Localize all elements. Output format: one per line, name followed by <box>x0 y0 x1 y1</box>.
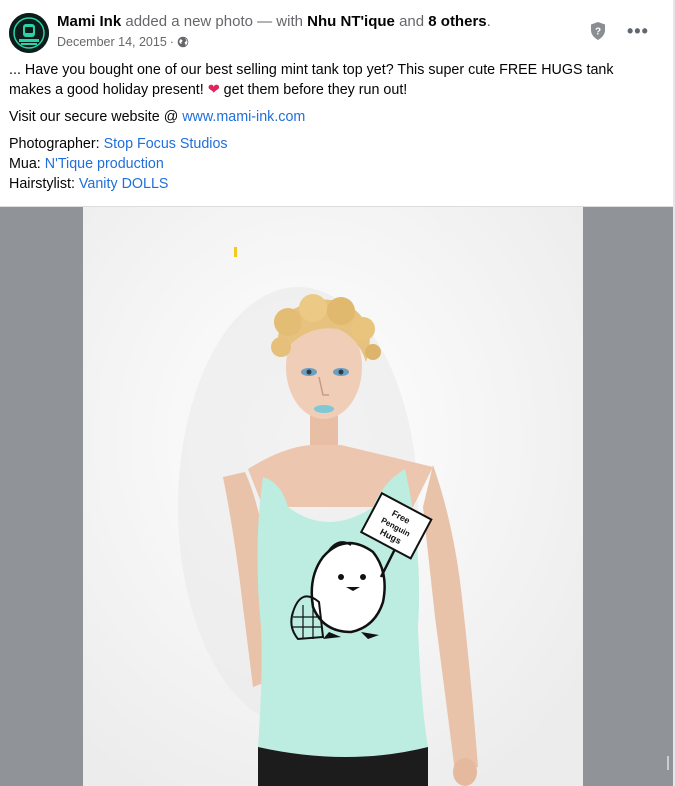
author-name[interactable]: Mami Ink <box>57 13 121 30</box>
post-date[interactable]: December 14, 2015 <box>57 33 167 51</box>
dot-separator: · <box>169 35 174 49</box>
shield-question-icon[interactable]: ? <box>589 21 607 41</box>
scrollbar-thumb[interactable] <box>667 756 669 770</box>
tagged-person[interactable]: Nhu NT'ique <box>307 13 395 30</box>
mua-link[interactable]: N'Tique production <box>45 156 164 172</box>
credit-line: Photographer: Stop Focus Studios <box>9 134 649 154</box>
website-prefix: Visit our secure website @ <box>9 109 179 125</box>
period: . <box>486 13 491 30</box>
red-heart-emoji: ❤ <box>207 82 220 98</box>
globe-icon <box>177 36 189 48</box>
svg-text:?: ? <box>595 27 601 38</box>
more-options-icon[interactable]: ••• <box>627 22 649 40</box>
photographer-link[interactable]: Stop Focus Studios <box>104 136 228 152</box>
credit-line: Mua: N'Tique production <box>9 154 649 174</box>
post-paragraph-1: ... Have you bought one of our best sell… <box>9 60 649 100</box>
website-link[interactable]: www.mami-ink.com <box>182 109 305 125</box>
post-photo[interactable]: Free Penguin Hugs <box>83 207 583 786</box>
post-text-part-2: get them before they run out! <box>223 82 408 98</box>
credit-line: Hairstylist: Vanity DOLLS <box>9 174 649 194</box>
post-header: Mami Ink added a new photo — with Nhu NT… <box>9 12 669 53</box>
photo-viewer: Free Penguin Hugs <box>0 206 673 786</box>
action-text: added a new photo — with <box>125 13 303 30</box>
and-text: and <box>399 13 425 30</box>
model-photo-illustration: Free Penguin Hugs <box>83 207 583 786</box>
credit-label-photographer: Photographer: <box>9 136 100 152</box>
post-body: ... Have you bought one of our best sell… <box>9 60 649 194</box>
credit-label-mua: Mua: <box>9 156 41 172</box>
mami-ink-logo <box>9 13 49 53</box>
avatar[interactable] <box>9 13 49 53</box>
hairstylist-link[interactable]: Vanity DOLLS <box>79 176 169 192</box>
credit-label-hairstylist: Hairstylist: <box>9 176 75 192</box>
post-paragraph-2: Visit our secure website @ www.mami-ink.… <box>9 107 649 127</box>
tagged-others[interactable]: 8 others <box>428 13 486 30</box>
